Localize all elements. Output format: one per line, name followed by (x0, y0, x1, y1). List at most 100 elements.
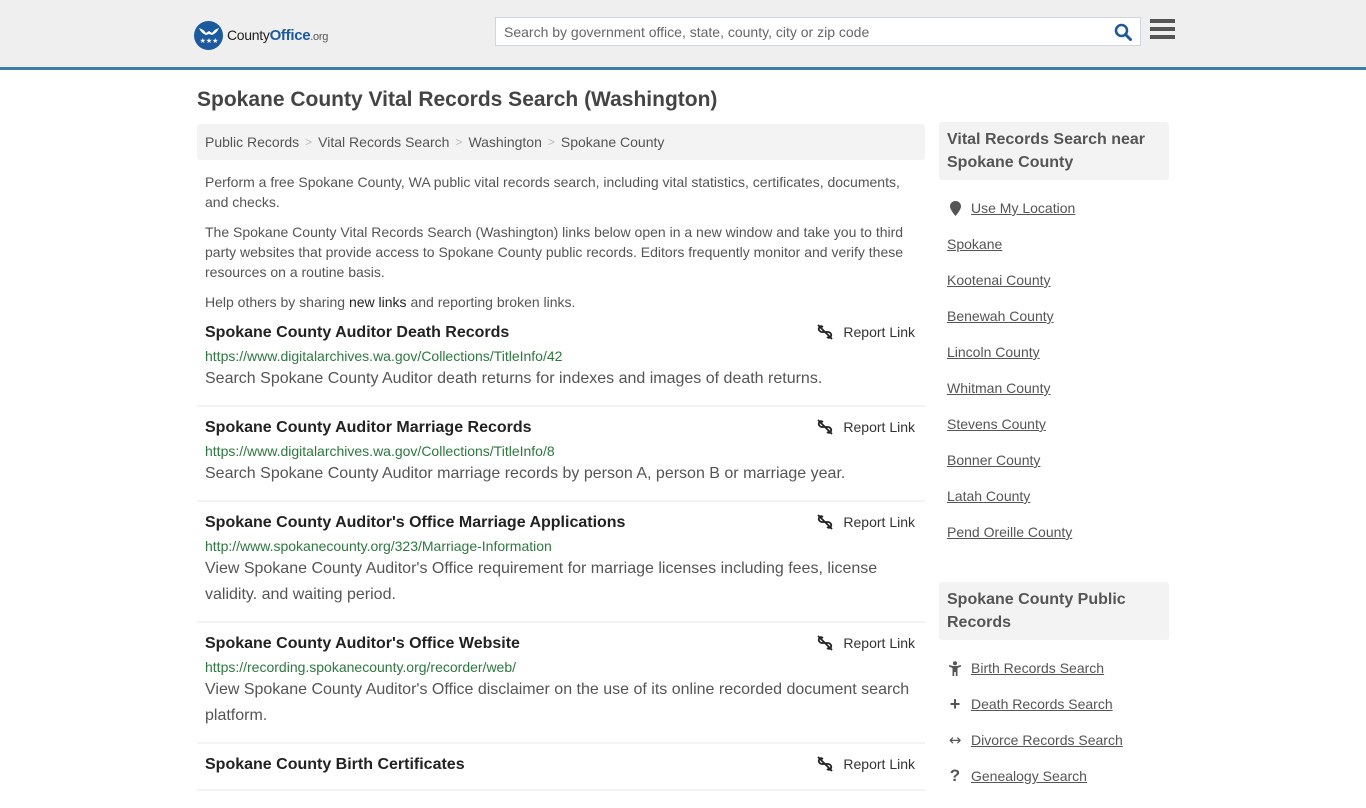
result-description: View Spokane County Auditor's Office dis… (205, 681, 910, 724)
breadcrumb: Public Records > Vital Records Search > … (197, 124, 925, 160)
report-link-button[interactable]: Report Link (817, 324, 915, 340)
nearby-link[interactable]: Pend Oreille County (947, 524, 1072, 540)
share-links-paragraph: Help others by sharing new links and rep… (205, 292, 917, 312)
breadcrumb-separator: > (305, 135, 313, 149)
nearby-link[interactable]: Bonner County (947, 452, 1040, 468)
genealogy-search-link[interactable]: Genealogy Search (971, 768, 1087, 784)
menu-bar (1150, 27, 1175, 31)
breadcrumb-separator: > (455, 135, 463, 149)
site-logo[interactable]: ★★★ CountyOffice.org (194, 20, 328, 50)
result-url: http://www.spokanecounty.org/323/Marriag… (205, 538, 552, 554)
result-item: Spokane County Auditor Marriage Records … (197, 407, 925, 502)
nearby-list: Use My Location Spokane Kootenai County … (939, 180, 1169, 564)
nearby-item: Latah County (947, 478, 1161, 514)
intro-paragraph: The Spokane County Vital Records Search … (205, 224, 904, 280)
nearby-link[interactable]: Whitman County (947, 380, 1050, 396)
share-text: Help others by sharing (205, 294, 349, 310)
logo-wordmark: CountyOffice.org (227, 26, 329, 44)
menu-bar (1150, 19, 1175, 23)
svg-text:★★★: ★★★ (199, 37, 218, 45)
search-input[interactable] (496, 18, 1106, 45)
report-link-button[interactable]: Report Link (817, 514, 915, 530)
result-item: Spokane County Auditor Death Records htt… (197, 312, 925, 407)
nearby-item: Spokane (947, 226, 1161, 262)
nearby-link[interactable]: Stevens County (947, 416, 1046, 432)
nearby-link[interactable]: Kootenai County (947, 272, 1051, 288)
breadcrumb-washington[interactable]: Washington (468, 134, 541, 150)
nearby-item: Whitman County (947, 370, 1161, 406)
main-content: Public Records > Vital Records Search > … (197, 124, 925, 791)
report-link-label: Report Link (843, 514, 915, 530)
nearby-item: Kootenai County (947, 262, 1161, 298)
broken-link-icon (817, 514, 834, 530)
result-description: Search Spokane County Auditor death retu… (205, 370, 823, 387)
broken-link-icon (817, 635, 834, 651)
report-link-label: Report Link (843, 756, 915, 772)
result-title-link[interactable]: Spokane County Auditor's Office Website (205, 633, 917, 655)
breadcrumb-vital-records-search[interactable]: Vital Records Search (318, 134, 449, 150)
nearby-link[interactable]: Spokane (947, 236, 1002, 252)
hamburger-menu-button[interactable] (1150, 19, 1175, 43)
use-my-location-item: Use My Location (947, 190, 1161, 226)
question-icon: ? (949, 766, 961, 785)
report-link-label: Report Link (843, 324, 915, 340)
result-title-link[interactable]: Spokane County Auditor's Office Marriage… (205, 512, 917, 534)
use-my-location-link[interactable]: Use My Location (971, 200, 1075, 216)
report-link-label: Report Link (843, 419, 915, 435)
result-title-link[interactable]: Spokane County Auditor Death Records (205, 322, 917, 344)
result-item: Spokane County Auditor's Office Marriage… (197, 502, 925, 623)
broken-link-icon (817, 324, 834, 340)
public-records-item: Birth Records Search (947, 650, 1161, 686)
result-description: View Spokane County Auditor's Office req… (205, 560, 878, 603)
sidebar: Vital Records Search near Spokane County… (939, 122, 1169, 808)
site-header: ★★★ CountyOffice.org (0, 0, 1366, 70)
report-link-label: Report Link (843, 635, 915, 651)
public-records-item: + Death Records Search (947, 686, 1161, 722)
report-link-button[interactable]: Report Link (817, 635, 915, 651)
nearby-link[interactable]: Lincoln County (947, 344, 1040, 360)
public-records-item: ↔ Divorce Records Search (947, 722, 1161, 758)
broken-link-icon (817, 756, 834, 772)
search-box (495, 17, 1141, 46)
nearby-item: Lincoln County (947, 334, 1161, 370)
result-title-link[interactable]: Spokane County Auditor Marriage Records (205, 417, 917, 439)
arrows-horizontal-icon: ↔ (948, 731, 962, 749)
share-text: and reporting broken links. (406, 294, 576, 310)
death-records-search-link[interactable]: Death Records Search (971, 696, 1113, 712)
menu-bar (1150, 35, 1175, 39)
birth-records-search-link[interactable]: Birth Records Search (971, 660, 1104, 676)
broken-link-icon (817, 419, 834, 435)
public-records-heading: Spokane County Public Records (939, 582, 1169, 640)
page-title: Spokane County Vital Records Search (Was… (197, 88, 718, 111)
nearby-item: Pend Oreille County (947, 514, 1161, 550)
result-url: https://www.digitalarchives.wa.gov/Colle… (205, 443, 555, 459)
nearby-link[interactable]: Benewah County (947, 308, 1054, 324)
nearby-heading: Vital Records Search near Spokane County (939, 122, 1169, 180)
map-marker-icon (947, 200, 963, 216)
plus-icon: + (949, 693, 961, 714)
nearby-item: Stevens County (947, 406, 1161, 442)
nearby-item: Benewah County (947, 298, 1161, 334)
nearby-link[interactable]: Latah County (947, 488, 1030, 504)
nearby-item: Bonner County (947, 442, 1161, 478)
public-records-list: Birth Records Search + Death Records Sea… (939, 640, 1169, 808)
result-url: https://www.digitalarchives.wa.gov/Colle… (205, 348, 563, 364)
breadcrumb-separator: > (547, 135, 555, 149)
intro-text: Perform a free Spokane County, WA public… (197, 172, 925, 312)
result-description: Search Spokane County Auditor marriage r… (205, 465, 846, 482)
result-url: https://recording.spokanecounty.org/reco… (205, 659, 517, 675)
public-records-item: ? Genealogy Search (947, 758, 1161, 794)
report-link-button[interactable]: Report Link (817, 756, 915, 772)
search-button[interactable] (1106, 18, 1140, 45)
report-link-button[interactable]: Report Link (817, 419, 915, 435)
breadcrumb-spokane-county[interactable]: Spokane County (561, 134, 665, 150)
result-item: Spokane County Auditor's Office Website … (197, 623, 925, 744)
eagle-logo-icon: ★★★ (194, 20, 223, 50)
search-icon (1114, 23, 1132, 41)
breadcrumb-public-records[interactable]: Public Records (205, 134, 299, 150)
child-icon (947, 660, 963, 676)
result-title-link[interactable]: Spokane County Birth Certificates (205, 754, 917, 776)
intro-paragraph: Perform a free Spokane County, WA public… (205, 174, 900, 210)
divorce-records-search-link[interactable]: Divorce Records Search (971, 732, 1123, 748)
new-links-link[interactable]: new links (349, 294, 407, 310)
